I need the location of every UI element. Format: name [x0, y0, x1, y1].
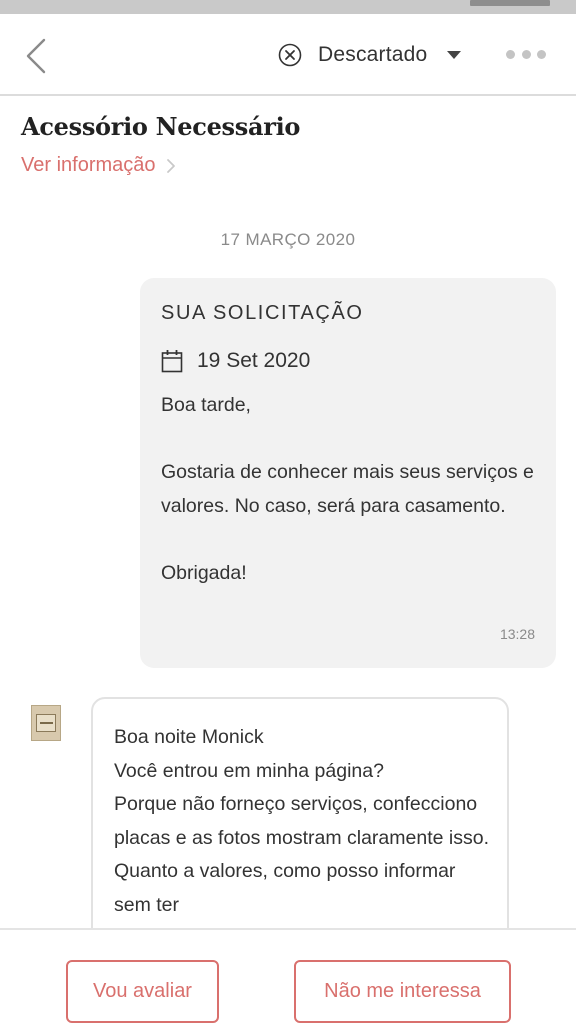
- reply-message-bubble: Boa noite Monick Você entrou em minha pá…: [91, 697, 509, 957]
- status-label: Descartado: [318, 43, 428, 66]
- request-heading: SUA SOLICITAÇÃO: [161, 302, 364, 324]
- evaluate-button[interactable]: Vou avaliar: [66, 960, 219, 1023]
- not-interested-button[interactable]: Não me interessa: [294, 960, 511, 1023]
- vendor-name: Acessório Necessário: [21, 112, 301, 141]
- back-button[interactable]: [18, 36, 54, 76]
- more-dots-icon: [506, 49, 515, 59]
- system-status-bar: [0, 0, 576, 14]
- action-bar: Vou avaliar Não me interessa: [0, 928, 576, 1024]
- more-options-button[interactable]: [506, 46, 546, 62]
- view-info-link[interactable]: Ver informação: [21, 154, 176, 177]
- conversation-header: Descartado: [0, 14, 576, 96]
- caret-down-icon: [447, 51, 462, 59]
- more-dots-icon: [537, 49, 546, 59]
- more-dots-icon: [521, 49, 531, 59]
- reply-message-text: Boa noite Monick Você entrou em minha pá…: [114, 726, 489, 916]
- vendor-avatar: [31, 705, 61, 741]
- request-message-bubble: SUA SOLICITAÇÃO 19 Set 2020 Boa tarde, G…: [140, 278, 556, 668]
- calendar-icon: [161, 350, 183, 373]
- event-date: 19 Set 2020: [197, 349, 311, 372]
- status-bar-icons: [30, 0, 170, 4]
- message-timestamp: 13:28: [499, 626, 535, 642]
- view-info-label: Ver informação: [21, 154, 156, 176]
- chevron-right-icon: [166, 158, 175, 173]
- date-separator: 17 MARÇO 2020: [220, 230, 356, 249]
- close-circle-icon: [278, 43, 302, 67]
- status-bar-right-icons: [470, 0, 550, 6]
- event-date-row: 19 Set 2020: [161, 349, 310, 373]
- chevron-left-icon: [26, 38, 46, 74]
- request-message-text: Boa tarde, Gostaria de conhecer mais seu…: [161, 394, 534, 584]
- status-dropdown[interactable]: Descartado: [278, 36, 462, 74]
